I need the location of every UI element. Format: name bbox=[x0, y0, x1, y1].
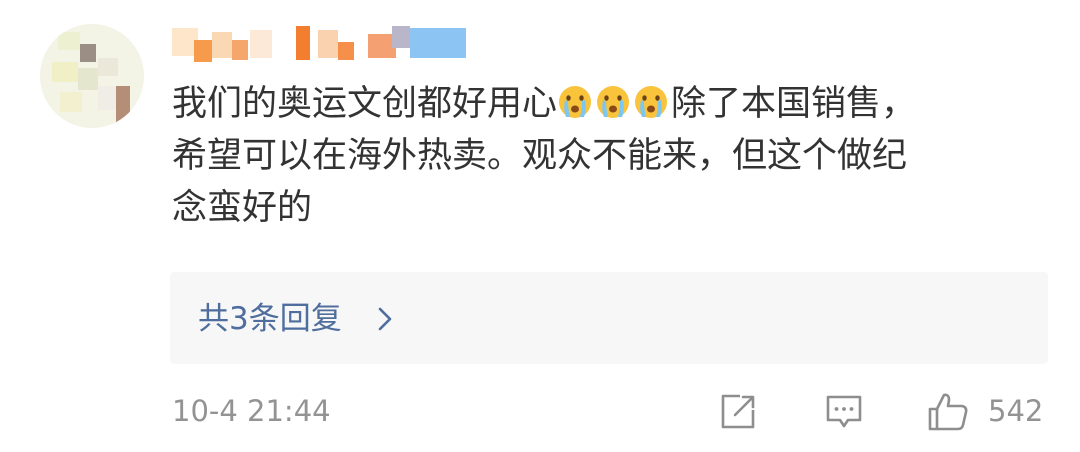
cry-emoji bbox=[559, 86, 592, 118]
username-mosaic-block bbox=[410, 28, 466, 58]
comment-text: 我们的奥运文创都好用心 除了本国销售， 希望可以在海外热卖。观众不能来，但这个做纪… bbox=[172, 78, 1032, 234]
timestamp: 10-4 21:44 bbox=[172, 394, 331, 428]
avatar-mosaic-block bbox=[58, 32, 80, 50]
username-mosaic-block bbox=[338, 42, 354, 60]
username-redacted[interactable] bbox=[170, 26, 470, 64]
thumbs-up-icon[interactable] bbox=[926, 392, 970, 432]
share-icon[interactable] bbox=[718, 392, 758, 432]
comment-line-2: 希望可以在海外热卖。观众不能来，但这个做纪 bbox=[172, 136, 908, 176]
comment-footer: 10-4 21:44 542 bbox=[172, 392, 1052, 432]
avatar[interactable] bbox=[40, 24, 144, 128]
username-mosaic-block bbox=[250, 30, 272, 58]
username-mosaic-block bbox=[232, 40, 248, 60]
avatar-mosaic-block bbox=[60, 92, 82, 112]
like-count: 542 bbox=[988, 394, 1044, 428]
cry-emoji bbox=[597, 86, 630, 118]
username-mosaic-block bbox=[318, 30, 338, 58]
comment-line-3: 念蛮好的 bbox=[172, 188, 313, 228]
avatar-mosaic-block bbox=[80, 44, 96, 62]
avatar-mosaic-block bbox=[98, 86, 116, 110]
comment-icon[interactable] bbox=[824, 392, 864, 432]
username-mosaic-block bbox=[392, 26, 410, 48]
avatar-mosaic-block bbox=[78, 68, 98, 90]
view-replies-button[interactable]: 共3条回复 bbox=[170, 272, 1048, 364]
cry-emoji bbox=[635, 86, 668, 118]
chevron-right-icon bbox=[378, 307, 392, 331]
replies-count-label: 共3条回复 bbox=[198, 301, 342, 337]
username-mosaic-block bbox=[212, 32, 232, 58]
avatar-mosaic-block bbox=[52, 62, 78, 82]
comment-line-1-after: 除了本国销售， bbox=[671, 84, 917, 124]
avatar-mosaic-block bbox=[98, 58, 118, 76]
username-mosaic-block bbox=[296, 26, 310, 60]
comment-line-1: 我们的奥运文创都好用心 除了本国销售， bbox=[172, 78, 1032, 130]
avatar-mosaic-block bbox=[116, 86, 130, 124]
username-mosaic-block bbox=[194, 40, 212, 62]
comment-line-1-before: 我们的奥运文创都好用心 bbox=[172, 84, 558, 124]
